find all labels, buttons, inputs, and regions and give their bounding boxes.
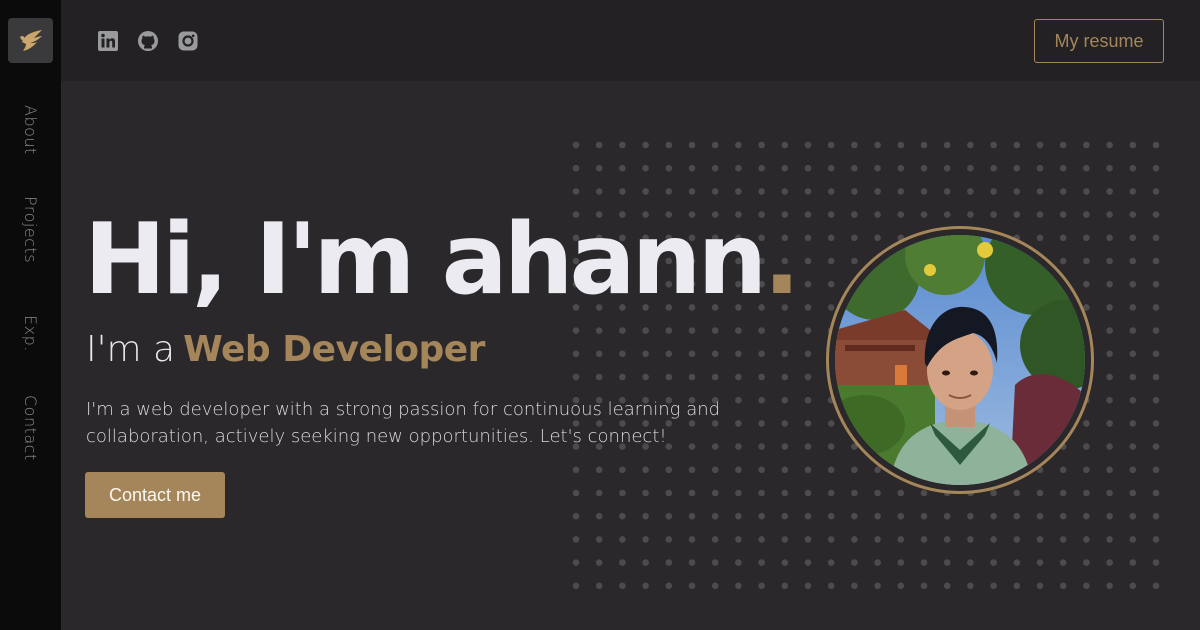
hero-greeting: Hi, I'm ahann <box>84 203 767 317</box>
sidebar: About Projects Exp. Contact <box>0 0 61 630</box>
nav-about[interactable]: About <box>21 105 40 155</box>
role-text: Web Developer <box>183 329 485 370</box>
contact-button[interactable]: Contact me <box>85 472 225 518</box>
linkedin-icon[interactable] <box>97 30 119 52</box>
nav-projects[interactable]: Projects <box>21 196 40 263</box>
top-bar <box>61 0 1200 81</box>
bio-text: I'm a web developer with a strong passio… <box>86 399 721 447</box>
hero-title-dot: . <box>763 203 800 317</box>
subtitle-prefix: I'm a <box>86 329 176 370</box>
instagram-icon[interactable] <box>177 30 199 52</box>
avatar <box>826 226 1094 494</box>
wing-logo-icon <box>19 29 42 51</box>
avatar-photo <box>835 235 1085 485</box>
hero-subtitle: I'm a Web Developer <box>86 326 485 374</box>
hero-title: Hi, I'm ahann. <box>84 203 800 317</box>
nav-contact[interactable]: Contact <box>21 395 40 461</box>
resume-button[interactable]: My resume <box>1034 19 1164 63</box>
nav-experience[interactable]: Exp. <box>21 315 40 352</box>
github-icon[interactable] <box>137 30 159 52</box>
logo-button[interactable] <box>8 18 53 63</box>
